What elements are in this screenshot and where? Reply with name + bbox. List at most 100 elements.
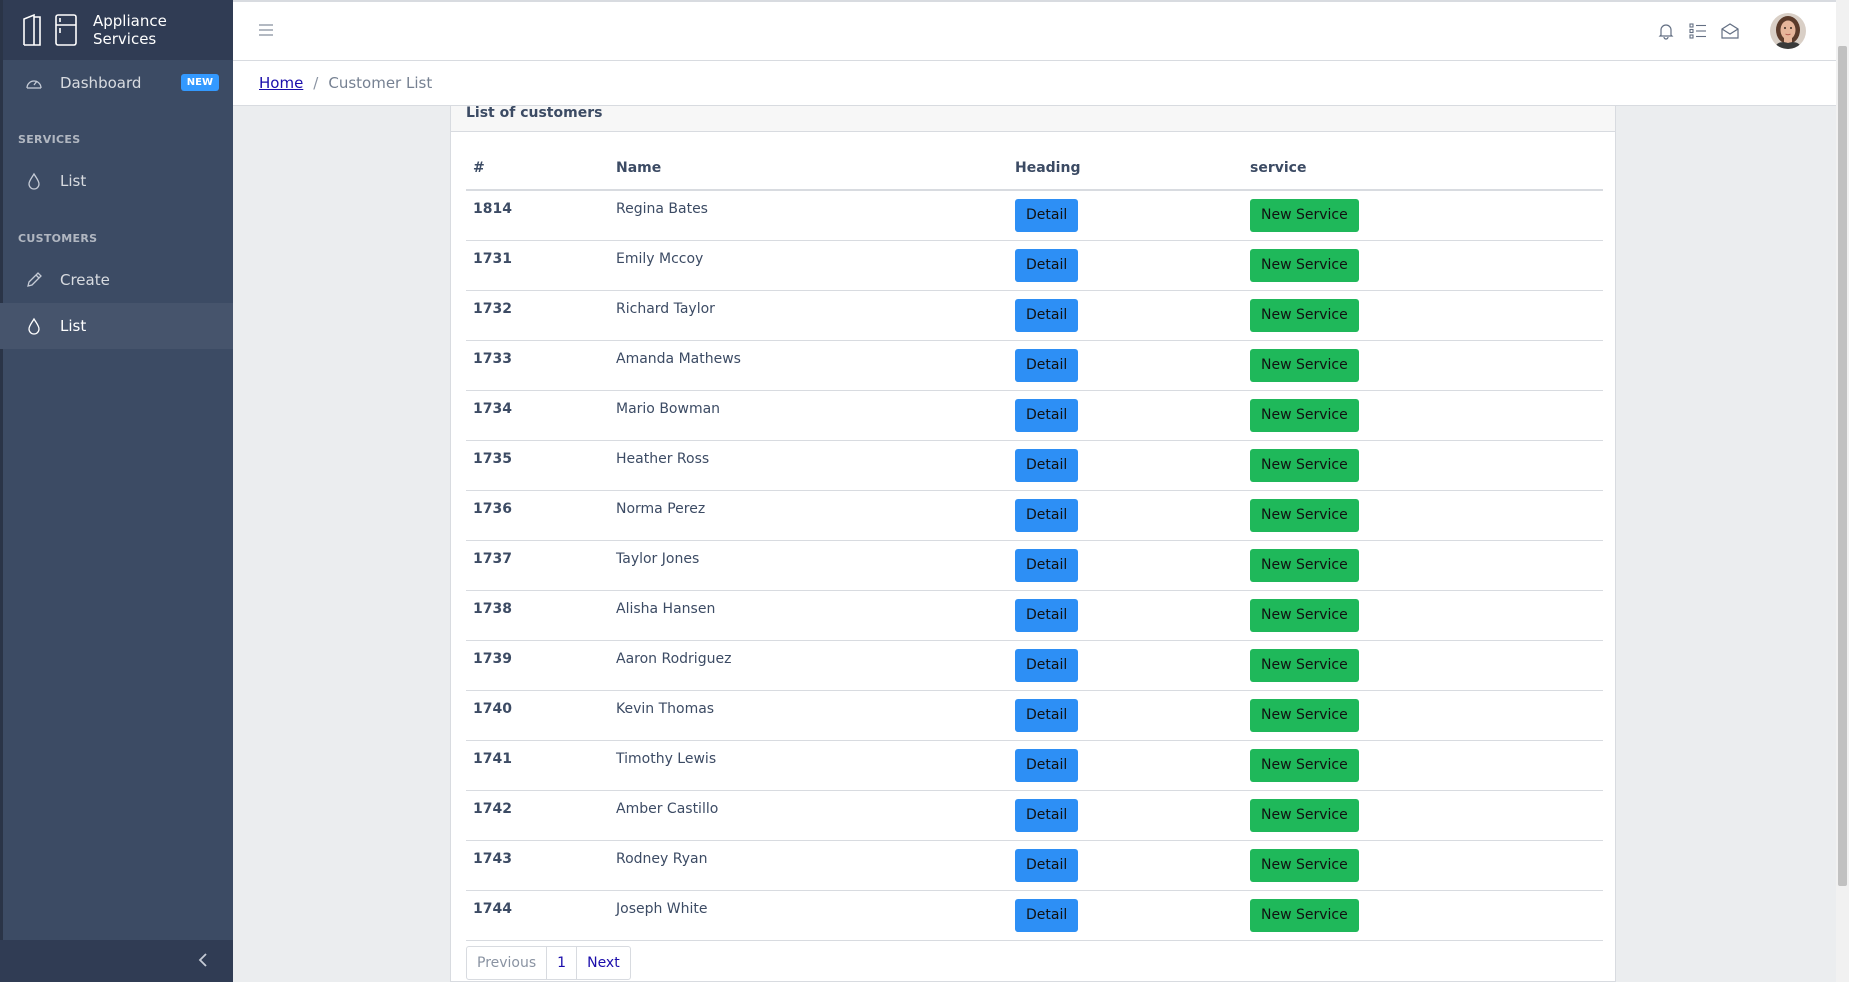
new-service-button[interactable]: New Service bbox=[1250, 798, 1359, 832]
customer-name: Taylor Jones bbox=[609, 540, 1008, 591]
new-service-button[interactable]: New Service bbox=[1250, 548, 1359, 582]
service-cell: New Service bbox=[1243, 840, 1603, 891]
new-service-button[interactable]: New Service bbox=[1250, 698, 1359, 732]
pencil-icon bbox=[20, 271, 48, 289]
service-cell: New Service bbox=[1243, 790, 1603, 841]
new-service-button[interactable]: New Service bbox=[1250, 198, 1359, 232]
detail-button[interactable]: Detail bbox=[1015, 498, 1079, 532]
table-row: 1733 Amanda Mathews Detail New Service bbox=[466, 340, 1603, 391]
customer-name: Richard Taylor bbox=[609, 290, 1008, 341]
pagination-page[interactable]: 1 bbox=[547, 947, 578, 979]
detail-button[interactable]: Detail bbox=[1015, 598, 1079, 632]
customers-card: List of customers # Name Heading service… bbox=[450, 106, 1616, 982]
customer-name: Heather Ross bbox=[609, 440, 1008, 491]
new-service-button[interactable]: New Service bbox=[1250, 448, 1359, 482]
column-header-id: # bbox=[466, 146, 609, 191]
sidebar-item-dashboard[interactable]: Dashboard NEW bbox=[0, 60, 233, 106]
detail-button[interactable]: Detail bbox=[1015, 748, 1079, 782]
service-cell: New Service bbox=[1243, 390, 1603, 441]
new-service-button[interactable]: New Service bbox=[1250, 348, 1359, 382]
user-avatar[interactable] bbox=[1770, 13, 1806, 49]
detail-button[interactable]: Detail bbox=[1015, 248, 1079, 282]
customer-id: 1743 bbox=[466, 840, 609, 891]
sidebar-item-label: List bbox=[60, 317, 87, 335]
customer-name: Aaron Rodriguez bbox=[609, 640, 1008, 691]
detail-button[interactable]: Detail bbox=[1015, 548, 1079, 582]
new-badge: NEW bbox=[180, 74, 219, 91]
detail-button[interactable]: Detail bbox=[1015, 698, 1079, 732]
detail-button[interactable]: Detail bbox=[1015, 448, 1079, 482]
heading-cell: Detail bbox=[1008, 490, 1243, 541]
customer-id: 1735 bbox=[466, 440, 609, 491]
new-service-button[interactable]: New Service bbox=[1250, 648, 1359, 682]
customer-id: 1741 bbox=[466, 740, 609, 791]
new-service-button[interactable]: New Service bbox=[1250, 748, 1359, 782]
customers-table: # Name Heading service 1814 Regina Bates D… bbox=[466, 146, 1603, 941]
scrollbar[interactable] bbox=[1836, 0, 1849, 982]
service-cell: New Service bbox=[1243, 190, 1603, 241]
customer-id: 1814 bbox=[466, 190, 609, 241]
envelope-open-icon[interactable] bbox=[1714, 23, 1746, 39]
customer-name: Kevin Thomas bbox=[609, 690, 1008, 741]
brand[interactable]: Appliance Services bbox=[0, 0, 233, 60]
new-service-button[interactable]: New Service bbox=[1250, 898, 1359, 932]
header-icons bbox=[1650, 2, 1836, 60]
detail-button[interactable]: Detail bbox=[1015, 848, 1079, 882]
new-service-button[interactable]: New Service bbox=[1250, 498, 1359, 532]
new-service-button[interactable]: New Service bbox=[1250, 598, 1359, 632]
pagination-previous[interactable]: Previous bbox=[467, 947, 548, 979]
customer-name: Timothy Lewis bbox=[609, 740, 1008, 791]
detail-button[interactable]: Detail bbox=[1015, 298, 1079, 332]
service-cell: New Service bbox=[1243, 640, 1603, 691]
new-service-button[interactable]: New Service bbox=[1250, 298, 1359, 332]
table-row: 1735 Heather Ross Detail New Service bbox=[466, 440, 1603, 491]
sidebar-item-label: List bbox=[60, 172, 87, 190]
new-service-button[interactable]: New Service bbox=[1250, 248, 1359, 282]
heading-cell: Detail bbox=[1008, 190, 1243, 241]
sidebar-item-services-list[interactable]: List bbox=[0, 158, 233, 204]
detail-button[interactable]: Detail bbox=[1015, 398, 1079, 432]
heading-cell: Detail bbox=[1008, 690, 1243, 741]
heading-cell: Detail bbox=[1008, 740, 1243, 791]
customer-name: Joseph White bbox=[609, 890, 1008, 941]
detail-button[interactable]: Detail bbox=[1015, 198, 1079, 232]
detail-button[interactable]: Detail bbox=[1015, 648, 1079, 682]
customer-id: 1740 bbox=[466, 690, 609, 741]
customer-id: 1742 bbox=[466, 790, 609, 841]
pagination-next[interactable]: Next bbox=[577, 947, 630, 979]
detail-button[interactable]: Detail bbox=[1015, 798, 1079, 832]
service-cell: New Service bbox=[1243, 590, 1603, 641]
sidebar-minimize-button[interactable] bbox=[0, 940, 233, 982]
service-cell: New Service bbox=[1243, 240, 1603, 291]
fridge-logo-icon bbox=[20, 13, 78, 47]
drop-icon bbox=[20, 172, 48, 190]
customer-name: Alisha Hansen bbox=[609, 590, 1008, 641]
detail-button[interactable]: Detail bbox=[1015, 898, 1079, 932]
customer-name: Mario Bowman bbox=[609, 390, 1008, 441]
sidebar-item-customers-create[interactable]: Create bbox=[0, 257, 233, 303]
heading-cell: Detail bbox=[1008, 340, 1243, 391]
table-row: 1731 Emily Mccoy Detail New Service bbox=[466, 240, 1603, 291]
sidebar-item-label: Dashboard bbox=[60, 74, 142, 92]
new-service-button[interactable]: New Service bbox=[1250, 398, 1359, 432]
sidebar-item-customers-list[interactable]: List bbox=[0, 303, 233, 349]
heading-cell: Detail bbox=[1008, 640, 1243, 691]
scrollbar-thumb[interactable] bbox=[1838, 46, 1847, 886]
customer-id: 1734 bbox=[466, 390, 609, 441]
detail-button[interactable]: Detail bbox=[1015, 348, 1079, 382]
table-row: 1743 Rodney Ryan Detail New Service bbox=[466, 840, 1603, 891]
hamburger-menu-icon[interactable] bbox=[259, 22, 273, 41]
top-header bbox=[233, 0, 1836, 61]
service-cell: New Service bbox=[1243, 340, 1603, 391]
new-service-button[interactable]: New Service bbox=[1250, 848, 1359, 882]
service-cell: New Service bbox=[1243, 890, 1603, 941]
table-header-row: # Name Heading service bbox=[466, 146, 1603, 191]
task-list-icon[interactable] bbox=[1682, 23, 1714, 39]
breadcrumb: Home / Customer List bbox=[233, 61, 1836, 106]
heading-cell: Detail bbox=[1008, 440, 1243, 491]
breadcrumb-home-link[interactable]: Home bbox=[259, 74, 303, 92]
bell-icon[interactable] bbox=[1650, 22, 1682, 40]
column-header-service: service bbox=[1243, 146, 1603, 191]
breadcrumb-current: Customer List bbox=[328, 74, 433, 92]
customer-id: 1733 bbox=[466, 340, 609, 391]
